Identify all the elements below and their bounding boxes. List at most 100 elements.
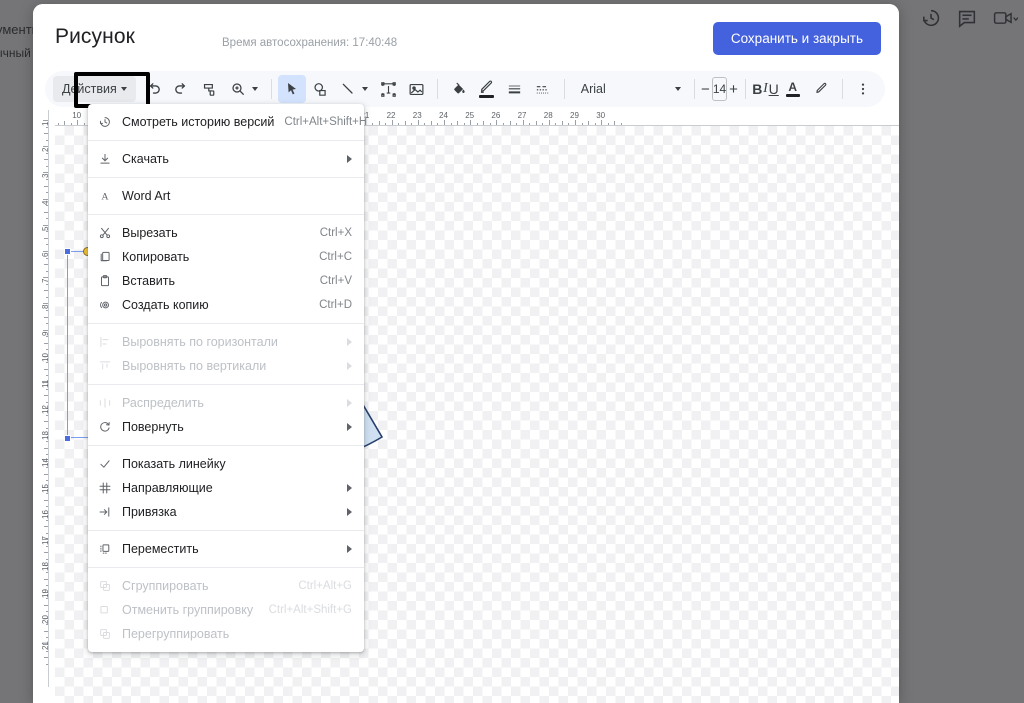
ruler-label: 10 [72, 111, 81, 120]
menu-separator [88, 140, 364, 141]
menu-item-label: Направляющие [122, 481, 337, 495]
font-size-increase-button[interactable]: + [729, 77, 738, 101]
copy-icon [88, 250, 122, 264]
bold-button[interactable]: B [752, 76, 762, 102]
menu-item-label: Переместить [122, 542, 337, 556]
redo-button[interactable] [168, 75, 196, 103]
ungroup-icon [88, 603, 122, 617]
font-chevron-down-icon [675, 87, 681, 91]
ruler-label: 29 [570, 111, 579, 120]
line-tool-button[interactable] [334, 75, 374, 103]
font-family-value: Arial [571, 82, 649, 96]
menu-item-label: Word Art [122, 189, 352, 203]
menu-item-cut[interactable]: ВырезатьCtrl+X [88, 221, 364, 245]
screen-root: ументы ычный [0, 0, 1024, 703]
select-tool-button[interactable] [278, 75, 306, 103]
insert-image-button[interactable] [402, 75, 430, 103]
text-box-button[interactable] [374, 75, 402, 103]
menu-separator [88, 214, 364, 215]
history-icon [88, 115, 122, 129]
menu-item-label: Создать копию [122, 298, 309, 312]
menu-separator [88, 530, 364, 531]
snap-icon [88, 505, 122, 519]
line-chevron-down-icon [362, 87, 368, 91]
submenu-arrow-icon [347, 545, 352, 553]
menu-separator [88, 445, 364, 446]
submenu-arrow-icon [347, 508, 352, 516]
download-icon [88, 152, 122, 166]
font-family-select[interactable]: Arial [571, 75, 687, 103]
menu-item-rotate[interactable]: Повернуть [88, 415, 364, 439]
dialog-title: Рисунок [55, 25, 135, 49]
menu-item-label: Выровнять по горизонтали [122, 335, 337, 349]
menu-item-label: Перегруппировать [122, 627, 352, 641]
shape-tool-button[interactable] [306, 75, 334, 103]
chevron-down-icon [121, 87, 127, 91]
ruler-label: 30 [596, 111, 605, 120]
menu-item-word-art[interactable]: A Word Art [88, 184, 364, 208]
align-vertical-icon [88, 359, 122, 373]
menu-item-move[interactable]: Переместить [88, 537, 364, 561]
more-options-button[interactable] [849, 75, 877, 103]
line-color-button[interactable] [473, 75, 501, 103]
menu-item-snap[interactable]: Привязка [88, 500, 364, 524]
menu-item-shortcut: Ctrl+C [319, 251, 352, 263]
menu-item-label: Повернуть [122, 420, 337, 434]
undo-button[interactable] [140, 75, 168, 103]
actions-menu-button[interactable]: Действия [53, 76, 136, 102]
rotate-icon [88, 420, 122, 434]
group-icon [88, 579, 122, 593]
ruler-label: 24 [439, 111, 448, 120]
selection-handle-top-left[interactable] [64, 248, 71, 255]
menu-item-guides[interactable]: Направляющие [88, 476, 364, 500]
highlight-color-button[interactable] [807, 75, 835, 103]
menu-item-label: Выровнять по вертикали [122, 359, 337, 373]
menu-item-label: Показать линейку [122, 457, 352, 471]
ruler-label: 23 [413, 111, 422, 120]
paint-format-button[interactable] [196, 75, 224, 103]
menu-item-show-ruler[interactable]: Показать линейку [88, 452, 364, 476]
menu-item-version-history[interactable]: Смотреть историю версий Ctrl+Alt+Shift+H [88, 110, 364, 134]
ruler-label: 25 [465, 111, 474, 120]
fill-color-button[interactable] [445, 75, 473, 103]
drawing-toolbar: Действия [45, 71, 885, 107]
selection-handle-bottom-left[interactable] [64, 435, 71, 442]
font-size-decrease-button[interactable]: − [701, 77, 710, 101]
checkmark-icon [88, 457, 122, 471]
regroup-icon [88, 627, 122, 641]
menu-item-regroup: Перегруппировать [88, 622, 364, 646]
ruler-label: 26 [491, 111, 500, 120]
clipboard-icon [88, 274, 122, 288]
menu-item-group: СгруппироватьCtrl+Alt+G [88, 574, 364, 598]
menu-separator [88, 323, 364, 324]
underline-button[interactable]: U [769, 76, 779, 102]
submenu-arrow-icon [347, 484, 352, 492]
align-horizontal-icon [88, 335, 122, 349]
distribute-icon [88, 396, 122, 410]
menu-item-shortcut: Ctrl+X [320, 227, 352, 239]
save-and-close-button[interactable]: Сохранить и закрыть [713, 22, 881, 55]
menu-item-ungroup: Отменить группировкуCtrl+Alt+Shift+G [88, 598, 364, 622]
menu-item-shortcut: Ctrl+Alt+Shift+G [269, 604, 352, 616]
text-color-button[interactable]: A [779, 75, 807, 103]
menu-item-distribute: Распределить [88, 391, 364, 415]
menu-item-paste[interactable]: ВставитьCtrl+V [88, 269, 364, 293]
line-dash-button[interactable] [529, 75, 557, 103]
menu-item-download[interactable]: Скачать [88, 147, 364, 171]
menu-item-duplicate[interactable]: Создать копиюCtrl+D [88, 293, 364, 317]
menu-item-copy[interactable]: КопироватьCtrl+C [88, 245, 364, 269]
zoom-button[interactable] [224, 75, 264, 103]
line-weight-button[interactable] [501, 75, 529, 103]
submenu-arrow-icon [347, 338, 352, 346]
svg-text:A: A [101, 192, 109, 203]
font-size-input[interactable]: 14 [712, 77, 727, 101]
menu-item-label: Смотреть историю версий [122, 115, 274, 129]
ruler-baseline-vertical [48, 110, 49, 687]
menu-item-shortcut: Ctrl+Alt+Shift+H [284, 116, 367, 128]
submenu-arrow-icon [347, 399, 352, 407]
autosave-status: Время автосохранения: 17:40:48 [222, 37, 397, 49]
actions-menu-label: Действия [62, 82, 117, 96]
text-color-letter: A [788, 82, 797, 93]
vertical-ruler[interactable]: 123456789101112131415161718192021 [33, 110, 55, 703]
menu-separator [88, 567, 364, 568]
